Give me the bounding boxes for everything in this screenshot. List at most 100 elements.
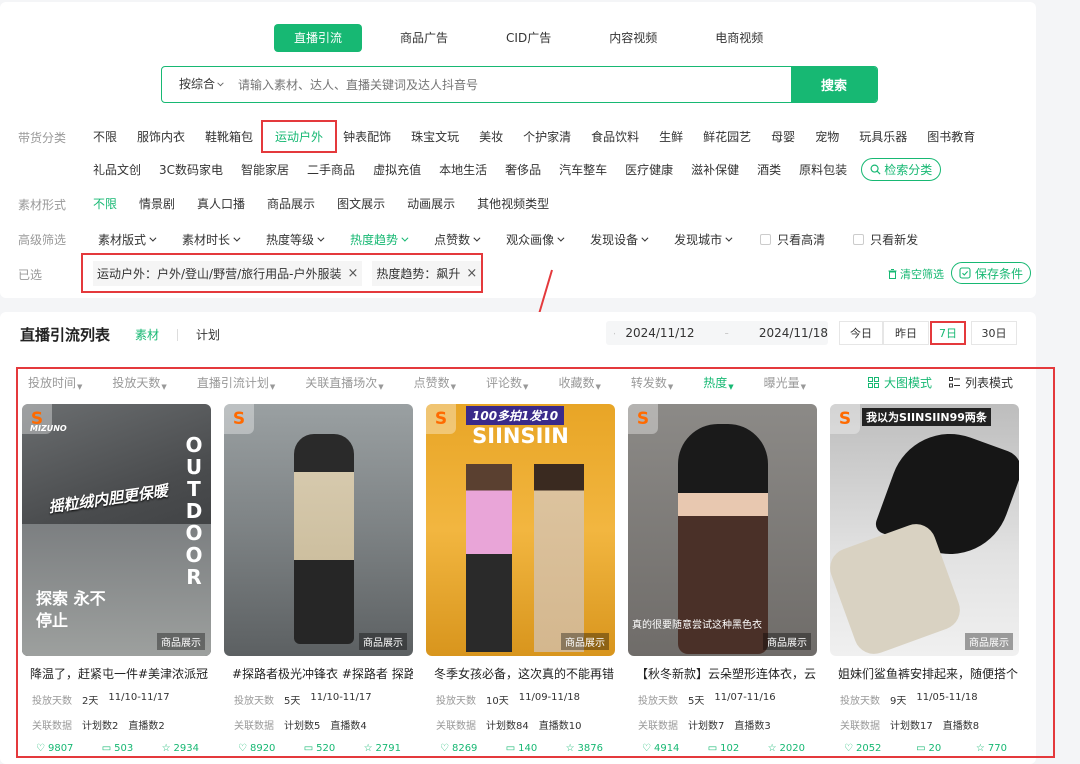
category-chip-selected[interactable]: 运动户外 <box>261 120 338 153</box>
search-button[interactable]: 搜索 <box>791 67 877 102</box>
dropdown-heat-trend[interactable]: 热度趋势 <box>346 231 410 248</box>
checkbox-hd-only[interactable]: 只看高清 <box>756 231 829 248</box>
sort-publish-time[interactable]: 投放时间 ▼ <box>28 374 82 391</box>
format-chip-selected[interactable]: 不限 <box>89 195 121 212</box>
tab-live-traffic[interactable]: 直播引流 <box>274 24 363 52</box>
sort-publish-days[interactable]: 投放天数 ▼ <box>112 374 166 391</box>
category-chip[interactable]: 原料包装 <box>795 161 851 178</box>
category-chip[interactable]: 服饰内衣 <box>133 128 189 145</box>
tab-product-ads[interactable]: 商品广告 <box>380 24 468 52</box>
checkbox-new-only[interactable]: 只看新发 <box>849 231 922 248</box>
video-thumbnail[interactable]: 摇粒绒内胆更保暖 OUTDOOR 探索 永不停止 MIZUNO S 商品展示 <box>22 404 211 656</box>
category-chip[interactable]: 虚拟充值 <box>369 161 425 178</box>
sort-live-plans[interactable]: 直播引流计划 ▼ <box>197 374 275 391</box>
sort-shares[interactable]: 转发数 ▼ <box>631 374 673 391</box>
dropdown-device[interactable]: 发现设备 <box>586 231 650 248</box>
dropdown-label: 发现城市 <box>674 233 723 247</box>
category-chip[interactable]: 二手商品 <box>303 161 359 178</box>
category-chip[interactable]: 本地生活 <box>435 161 491 178</box>
category-chip[interactable]: 个护家清 <box>519 128 575 145</box>
clear-filters-button[interactable]: 清空筛选 <box>888 266 944 282</box>
material-card[interactable]: S 商品展示 #探路者极光冲锋衣 #探路者 探路 投放天数 5天 11/10-11/… <box>224 404 413 754</box>
sort-caret-icon: ▼ <box>77 383 83 391</box>
category-chip[interactable]: 钟表配饰 <box>339 128 395 145</box>
material-card[interactable]: 摇粒绒内胆更保暖 OUTDOOR 探索 永不停止 MIZUNO S 商品展示 降… <box>22 404 211 754</box>
category-chip[interactable]: 滋补保健 <box>687 161 743 178</box>
tab-ecommerce-video[interactable]: 电商视频 <box>695 24 783 52</box>
tab-material[interactable]: 素材 <box>135 326 159 343</box>
sort-exposure[interactable]: 曝光量 ▼ <box>764 374 806 391</box>
video-thumbnail[interactable]: 真的很要随意尝试这种黑色衣 S 商品展示 <box>628 404 817 656</box>
sort-likes[interactable]: 点赞数 ▼ <box>414 374 456 391</box>
save-conditions-button[interactable]: 保存条件 <box>951 262 1032 284</box>
period-7-days[interactable]: 7日 <box>930 321 966 345</box>
dropdown-material-layout[interactable]: 素材版式 <box>94 231 158 248</box>
video-thumbnail[interactable]: 100多拍1发10 SIINSIIN S 商品展示 <box>426 404 615 656</box>
list-mode-button[interactable]: 列表模式 <box>949 374 1013 391</box>
sort-comments[interactable]: 评论数 ▼ <box>486 374 528 391</box>
category-chip[interactable]: 酒类 <box>753 161 785 178</box>
format-chip[interactable]: 图文展示 <box>333 195 389 212</box>
format-chip[interactable]: 其他视频类型 <box>473 195 553 212</box>
card-title[interactable]: 姐妹们鲨鱼裤安排起来，随便搭个 <box>830 665 1019 682</box>
category-chip[interactable]: 母婴 <box>767 128 799 145</box>
card-title[interactable]: 降温了，赶紧屯一件#美津浓派冠 <box>22 665 211 682</box>
format-chip[interactable]: 情景剧 <box>135 195 179 212</box>
period-today[interactable]: 今日 <box>839 321 883 345</box>
sort-live-sessions[interactable]: 关联直播场次 ▼ <box>305 374 383 391</box>
material-card[interactable]: 真的很要随意尝试这种黑色衣 S 商品展示 【秋冬新款】云朵塑形连体衣，云 投放天… <box>628 404 817 754</box>
category-chip[interactable]: 鞋靴箱包 <box>201 128 257 145</box>
format-chip[interactable]: 商品展示 <box>263 195 319 212</box>
category-chip[interactable]: 珠宝文玩 <box>407 128 463 145</box>
category-chip[interactable]: 图书教育 <box>923 128 979 145</box>
close-icon[interactable]: × <box>347 266 358 281</box>
card-title[interactable]: 【秋冬新款】云朵塑形连体衣，云 <box>628 665 817 682</box>
sort-favorites[interactable]: 收藏数 ▼ <box>558 374 600 391</box>
category-search-button[interactable]: 检索分类 <box>861 158 942 181</box>
category-chip[interactable]: 不限 <box>89 128 121 145</box>
thumbnail-overlay-text: 100多拍1发10 <box>466 406 565 425</box>
search-input[interactable] <box>236 67 791 102</box>
material-card[interactable]: 我以为SIINSIIN99两条 S 商品展示 姐妹们鲨鱼裤安排起来，随便搭个 投… <box>830 404 1019 754</box>
tab-plan[interactable]: 计划 <box>196 326 220 343</box>
video-thumbnail[interactable]: 我以为SIINSIIN99两条 S 商品展示 <box>830 404 1019 656</box>
sort-heat[interactable]: 热度 ▼ <box>703 374 733 391</box>
category-chip[interactable]: 生鲜 <box>655 128 687 145</box>
close-icon[interactable]: × <box>466 266 477 281</box>
dropdown-material-duration[interactable]: 素材时长 <box>178 231 242 248</box>
category-chip[interactable]: 美妆 <box>475 128 507 145</box>
card-title[interactable]: 冬季女孩必备，这次真的不能再错 <box>426 665 615 682</box>
search-type-select[interactable]: 按综合 <box>162 67 236 102</box>
category-chip[interactable]: 食品饮料 <box>587 128 643 145</box>
period-30-days[interactable]: 30日 <box>971 321 1017 345</box>
sort-label: 直播引流计划 <box>196 376 269 390</box>
category-chip[interactable]: 医疗健康 <box>621 161 677 178</box>
dropdown-heat-level[interactable]: 热度等级 <box>262 231 326 248</box>
category-chip[interactable]: 智能家居 <box>237 161 293 178</box>
star-icon: ☆ <box>565 743 575 754</box>
days-label: 投放天数 <box>234 696 274 707</box>
format-chip[interactable]: 动画展示 <box>403 195 459 212</box>
dropdown-audience[interactable]: 观众画像 <box>502 231 566 248</box>
tab-cid-ads[interactable]: CID广告 <box>486 24 571 52</box>
date-end[interactable]: 2024/11/18 <box>759 326 828 340</box>
date-range-picker[interactable]: 2024/11/12 - 2024/11/18 <box>606 321 828 345</box>
category-chip[interactable]: 汽车整车 <box>555 161 611 178</box>
format-chip[interactable]: 真人口播 <box>193 195 249 212</box>
grid-mode-button[interactable]: 大图模式 <box>868 374 932 391</box>
category-chip[interactable]: 礼品文创 <box>89 161 145 178</box>
dropdown-city[interactable]: 发现城市 <box>670 231 734 248</box>
tab-content-video[interactable]: 内容视频 <box>589 24 677 52</box>
date-start[interactable]: 2024/11/12 <box>625 326 694 340</box>
category-chip[interactable]: 奢侈品 <box>501 161 545 178</box>
period-yesterday[interactable]: 昨日 <box>883 321 929 345</box>
category-chip[interactable]: 鲜花园艺 <box>699 128 755 145</box>
card-title[interactable]: #探路者极光冲锋衣 #探路者 探路 <box>224 665 413 682</box>
dropdown-likes[interactable]: 点赞数 <box>430 231 482 248</box>
category-chip[interactable]: 宠物 <box>811 128 843 145</box>
category-chip[interactable]: 玩具乐器 <box>855 128 911 145</box>
material-card[interactable]: 100多拍1发10 SIINSIIN S 商品展示 冬季女孩必备，这次真的不能再… <box>426 404 615 754</box>
card-related-row: 关联数据 计划数7 直播数3 <box>628 717 817 732</box>
category-chip[interactable]: 3C数码家电 <box>155 161 227 178</box>
video-thumbnail[interactable]: S 商品展示 <box>224 404 413 656</box>
